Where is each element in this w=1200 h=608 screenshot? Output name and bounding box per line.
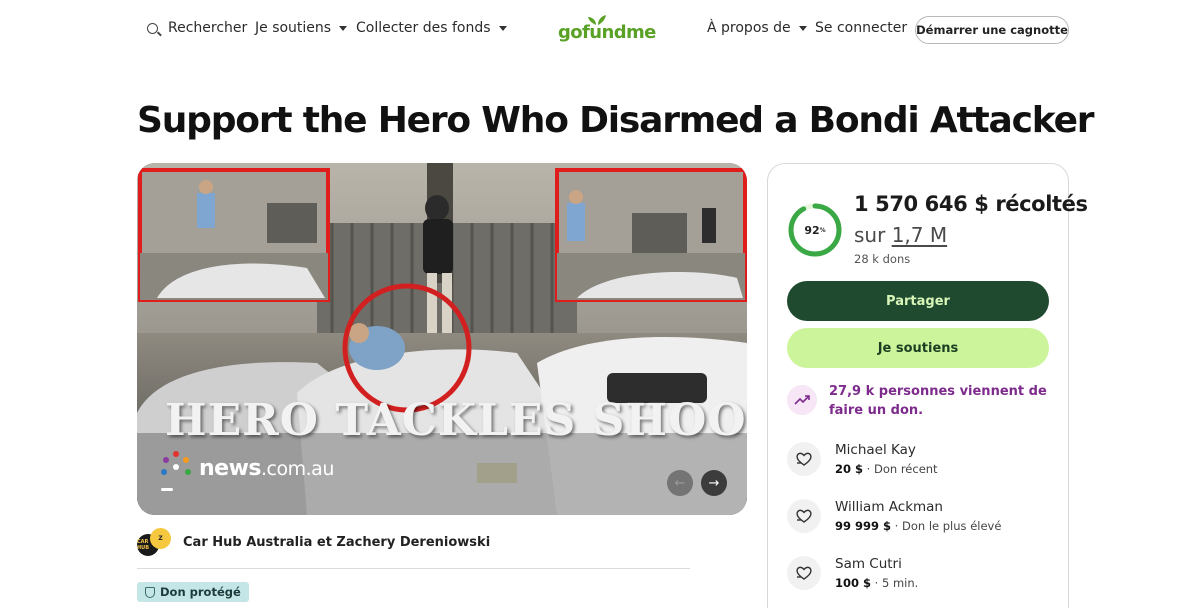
news-logo-icon — [159, 451, 193, 485]
page-title: Support the Hero Who Disarmed a Bondi At… — [137, 100, 1095, 141]
news-brand-main: news — [199, 455, 262, 481]
donor-name: Michael Kay — [835, 442, 916, 458]
caret-down-icon — [339, 25, 348, 31]
progress-percent-value: 92 — [804, 223, 820, 237]
organizer-name: Car Hub Australia et Zachery Dereniowski — [183, 534, 491, 550]
fundraise-menu-label: Collecter des fonds — [356, 20, 491, 36]
logo-text: gofundme — [558, 22, 656, 43]
start-fundraiser-button[interactable]: Démarrer une cagnotte — [915, 16, 1069, 44]
share-button[interactable]: Partager — [787, 281, 1049, 321]
previous-media-button[interactable]: ← — [667, 470, 693, 496]
goal-prefix: sur — [854, 223, 892, 247]
organizer-avatars: CAR HUB Z — [137, 528, 171, 556]
trending-up-icon — [787, 385, 817, 415]
amount-raised: 1 570 646 $ récoltés — [854, 192, 1088, 216]
news-brand-domain: .com.au — [261, 457, 334, 480]
search-link[interactable]: Rechercher — [147, 20, 247, 36]
section-divider — [137, 568, 690, 569]
search-icon — [147, 22, 158, 34]
donation-heart-icon — [787, 442, 821, 476]
support-menu-label: Je soutiens — [255, 20, 332, 36]
fundraise-menu[interactable]: Collecter des fonds — [356, 20, 507, 36]
next-media-button[interactable]: → — [701, 470, 727, 496]
trending-text: 27,9 k personnes viennent de faire un do… — [829, 384, 1047, 418]
goal-amount: sur 1,7 M — [854, 223, 947, 247]
trending-notice: 27,9 k personnes viennent de faire un do… — [787, 382, 1049, 420]
donor-item: Sam Cutri 100 $ · 5 min. — [787, 556, 1049, 590]
donor-note: · Don le plus élevé — [891, 519, 1002, 533]
donor-amount: 99 999 $ — [835, 519, 892, 533]
donation-heart-icon — [787, 499, 821, 533]
top-navigation: Rechercher Je soutiens Collecter des fon… — [0, 0, 1200, 60]
signin-link[interactable]: Se connecter — [815, 20, 907, 36]
news-brand: news.com.au — [199, 456, 334, 481]
organizer-avatar-zachery: Z — [150, 528, 171, 549]
progress-percent-sign: % — [819, 226, 826, 234]
protected-badge-label: Don protégé — [160, 585, 241, 599]
donor-meta: 100 $ · 5 min. — [835, 576, 918, 590]
shield-icon — [145, 586, 155, 598]
donor-item: William Ackman 99 999 $ · Don le plus él… — [787, 499, 1049, 533]
donor-note: · 5 min. — [871, 576, 919, 590]
protected-badge[interactable]: Don protégé — [137, 582, 249, 602]
caret-down-icon — [798, 25, 807, 31]
signin-label: Se connecter — [815, 20, 908, 36]
arrow-right-icon: → — [708, 475, 720, 491]
donor-name: Sam Cutri — [835, 556, 902, 572]
organizer-row[interactable]: CAR HUB Z Car Hub Australia et Zachery D… — [137, 528, 490, 556]
donation-card: 92% 1 570 646 $ récoltés sur 1,7 M 28 k … — [767, 163, 1088, 608]
media-overlay-text: HERO TACKLES SHOOTER — [165, 395, 747, 446]
about-menu-label: À propos de — [707, 20, 791, 36]
search-label: Rechercher — [168, 20, 248, 36]
donor-item: Michael Kay 20 $ · Don récent — [787, 442, 1049, 476]
donor-meta: 20 $ · Don récent — [835, 462, 938, 476]
media-position-indicator[interactable] — [161, 488, 173, 491]
campaign-media[interactable]: HERO TACKLES SHOOTER news.com.au ← → — [137, 163, 747, 515]
arrow-left-icon: ← — [674, 475, 686, 491]
donation-heart-icon — [787, 556, 821, 590]
gofundme-logo[interactable]: gofundme — [558, 14, 656, 46]
donor-amount: 20 $ — [835, 462, 864, 476]
progress-percent: 92% — [787, 202, 843, 258]
donor-name: William Ackman — [835, 499, 943, 515]
about-menu[interactable]: À propos de — [707, 20, 807, 36]
news-watermark: news.com.au — [159, 451, 334, 485]
donate-button[interactable]: Je soutiens — [787, 328, 1049, 368]
donor-note: · Don récent — [863, 462, 938, 476]
support-menu[interactable]: Je soutiens — [255, 20, 348, 36]
donations-count: 28 k dons — [854, 252, 911, 266]
caret-down-icon — [498, 25, 507, 31]
donor-meta: 99 999 $ · Don le plus élevé — [835, 519, 1001, 533]
donor-amount: 100 $ — [835, 576, 872, 590]
goal-value[interactable]: 1,7 M — [892, 223, 947, 247]
